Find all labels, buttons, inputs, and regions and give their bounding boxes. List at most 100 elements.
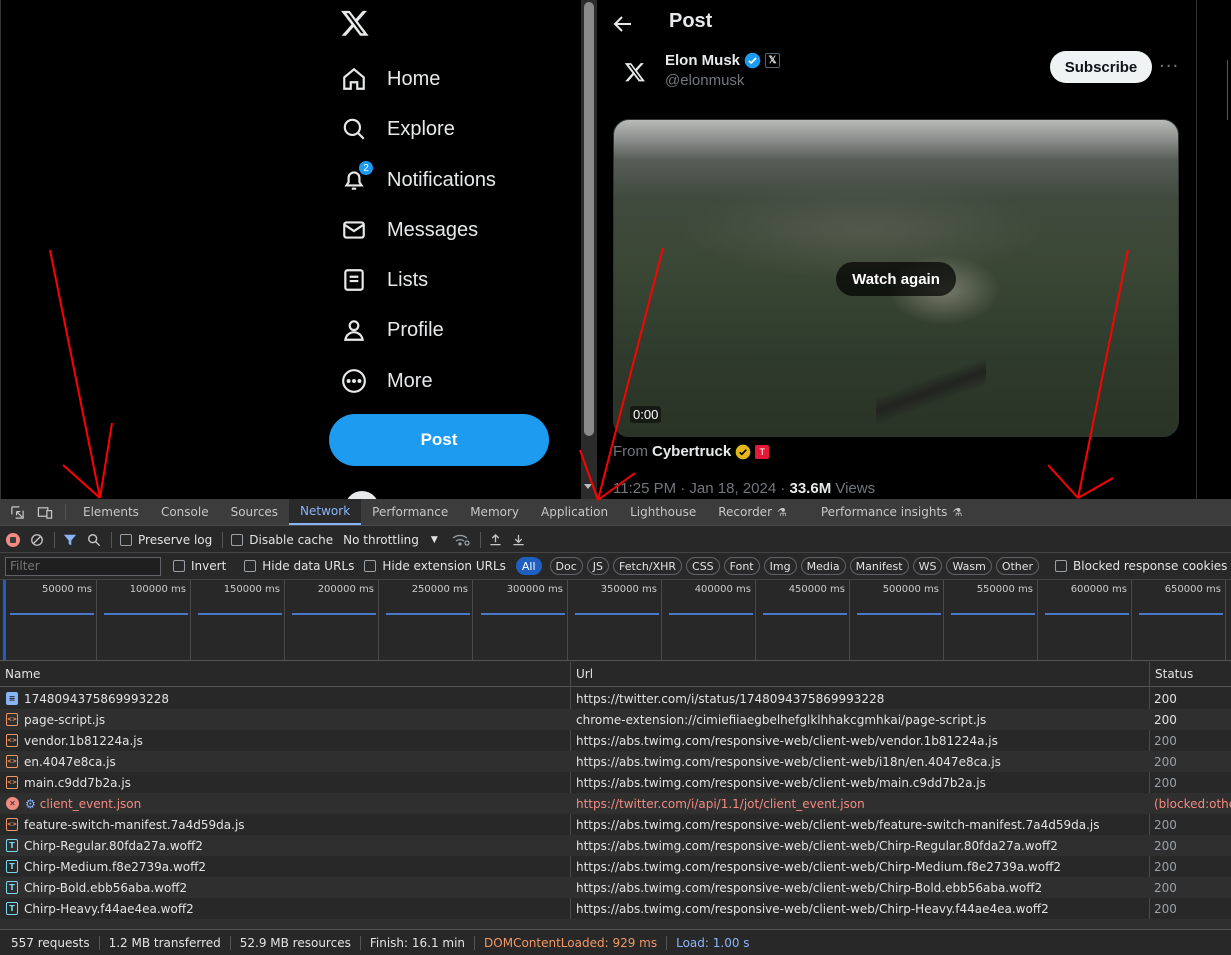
- type-filter-js[interactable]: JS: [586, 557, 610, 575]
- filter-toggle-button[interactable]: [63, 533, 77, 547]
- compose-post-button[interactable]: Post: [329, 414, 549, 466]
- request-url[interactable]: https://abs.twimg.com/responsive-web/cli…: [576, 856, 1146, 877]
- hide-extension-urls-box[interactable]: [364, 560, 377, 572]
- nav-lists[interactable]: Lists: [340, 260, 428, 300]
- throttling-select[interactable]: No throttling ▼: [343, 533, 438, 547]
- request-url[interactable]: https://abs.twimg.com/responsive-web/cli…: [576, 772, 1146, 793]
- tab-performance-insights[interactable]: Performance insights ⚗: [810, 499, 973, 525]
- request-name-cell[interactable]: T Chirp-Medium.f8e2739a.woff2: [6, 856, 566, 877]
- hide-extension-urls-checkbox[interactable]: Hide extension URLs: [364, 559, 506, 573]
- request-name-cell[interactable]: <> en.4047e8ca.js: [6, 751, 566, 772]
- nav-profile[interactable]: Profile: [340, 310, 444, 350]
- tab-network[interactable]: Network: [289, 499, 362, 525]
- nav-explore[interactable]: Explore: [340, 109, 455, 149]
- export-har-button[interactable]: [512, 533, 525, 546]
- table-row[interactable]: <> main.c9dd7b2a.js https://abs.twimg.com/…: [0, 772, 1231, 793]
- author-handle[interactable]: @elonmusk: [665, 72, 744, 89]
- request-url[interactable]: https://abs.twimg.com/responsive-web/cli…: [576, 898, 1146, 919]
- column-header-name[interactable]: Name: [0, 662, 570, 687]
- type-filter-css[interactable]: CSS: [686, 557, 720, 575]
- source-account[interactable]: Cybertruck: [652, 443, 731, 460]
- request-url[interactable]: https://abs.twimg.com/responsive-web/cli…: [576, 877, 1146, 898]
- request-url[interactable]: https://abs.twimg.com/responsive-web/cli…: [576, 751, 1146, 772]
- request-name-cell[interactable]: <> main.c9dd7b2a.js: [6, 772, 566, 793]
- table-row[interactable]: ✕ ⚙ client_event.json https://twitter.com/i…: [0, 793, 1231, 814]
- back-arrow-icon[interactable]: [611, 12, 635, 36]
- tab-elements[interactable]: Elements: [72, 499, 150, 525]
- account-avatar[interactable]: [345, 491, 379, 499]
- type-filter-manifest[interactable]: Manifest: [849, 557, 909, 575]
- nav-messages[interactable]: Messages: [340, 210, 478, 250]
- blocked-response-cookies-box[interactable]: [1055, 560, 1068, 572]
- network-conditions-button[interactable]: [452, 533, 470, 547]
- type-filter-ws[interactable]: WS: [912, 557, 943, 575]
- type-filter-wasm[interactable]: Wasm: [946, 557, 992, 575]
- nav-notifications[interactable]: 2 Notifications: [340, 160, 496, 200]
- record-button[interactable]: [6, 532, 20, 547]
- type-filter-media[interactable]: Media: [800, 557, 846, 575]
- hide-data-urls-box[interactable]: [244, 560, 257, 572]
- column-header-status[interactable]: Status: [1150, 662, 1231, 687]
- request-name-cell[interactable]: T Chirp-Regular.80fda27a.woff2: [6, 835, 566, 856]
- table-row[interactable]: T Chirp-Medium.f8e2739a.woff2 https://abs.…: [0, 856, 1231, 877]
- inspect-element-icon[interactable]: [3, 499, 31, 525]
- request-name-cell[interactable]: ≡ 1748094375869993228: [6, 688, 566, 709]
- disable-cache-box[interactable]: [231, 533, 244, 546]
- preserve-log-checkbox[interactable]: Preserve log: [120, 533, 212, 547]
- request-url[interactable]: https://abs.twimg.com/responsive-web/cli…: [576, 730, 1146, 751]
- blocked-response-cookies-checkbox[interactable]: Blocked response cookies: [1055, 559, 1227, 573]
- request-name-cell[interactable]: ✕ ⚙ client_event.json: [6, 793, 566, 814]
- tab-application[interactable]: Application: [530, 499, 619, 525]
- type-filter-all[interactable]: All: [515, 557, 542, 575]
- more-options-icon[interactable]: ···: [1159, 56, 1179, 77]
- subscribe-button[interactable]: Subscribe: [1050, 51, 1152, 83]
- type-filter-other[interactable]: Other: [995, 557, 1040, 575]
- author-name-row[interactable]: Elon Musk 𝕏: [665, 52, 781, 69]
- invert-box[interactable]: [173, 560, 185, 572]
- preserve-log-box[interactable]: [120, 533, 132, 546]
- post-timestamp[interactable]: 11:25 PM · Jan 18, 2024 ·: [613, 480, 790, 497]
- tab-lighthouse[interactable]: Lighthouse: [619, 499, 707, 525]
- author-avatar[interactable]: [615, 52, 655, 92]
- tab-console[interactable]: Console: [150, 499, 220, 525]
- column-header-url[interactable]: Url: [571, 662, 1149, 687]
- author-name[interactable]: Elon Musk: [665, 52, 740, 69]
- request-name-cell[interactable]: T Chirp-Heavy.f44ae4ea.woff2: [6, 898, 566, 919]
- network-overview-timeline[interactable]: 50000 ms 100000 ms 150000 ms 200000 ms 25000…: [0, 580, 1231, 661]
- request-url[interactable]: https://abs.twimg.com/responsive-web/cli…: [576, 835, 1146, 856]
- x-logo-icon[interactable]: [340, 8, 370, 38]
- search-button[interactable]: [87, 533, 101, 547]
- tab-sources[interactable]: Sources: [220, 499, 289, 525]
- tab-memory[interactable]: Memory: [459, 499, 530, 525]
- table-row[interactable]: T Chirp-Bold.ebb56aba.woff2 https://abs.tw…: [0, 877, 1231, 898]
- type-filter-font[interactable]: Font: [723, 557, 760, 575]
- table-row[interactable]: <> en.4047e8ca.js https://abs.twimg.com/re…: [0, 751, 1231, 772]
- nav-more[interactable]: More: [340, 361, 433, 401]
- invert-checkbox[interactable]: Invert: [173, 559, 226, 573]
- table-row[interactable]: T Chirp-Regular.80fda27a.woff2 https://abs…: [0, 835, 1231, 856]
- type-filter-img[interactable]: Img: [763, 557, 797, 575]
- type-filter-doc[interactable]: Doc: [549, 557, 583, 575]
- hide-data-urls-checkbox[interactable]: Hide data URLs: [244, 559, 354, 573]
- request-name-cell[interactable]: <> feature-switch-manifest.7a4d59da.js: [6, 814, 566, 835]
- tab-performance[interactable]: Performance: [361, 499, 459, 525]
- request-name-cell[interactable]: T Chirp-Bold.ebb56aba.woff2: [6, 877, 566, 898]
- scroll-down-arrow-icon[interactable]: [584, 484, 592, 489]
- tab-recorder[interactable]: Recorder ⚗: [707, 499, 798, 525]
- type-filter-fetch-xhr[interactable]: Fetch/XHR: [613, 557, 683, 575]
- request-url[interactable]: https://twitter.com/i/api/1.1/jot/client…: [576, 793, 1146, 814]
- clear-button[interactable]: [30, 533, 44, 547]
- table-row-partial[interactable]: [0, 919, 1231, 929]
- scrollbar-thumb[interactable]: [584, 2, 594, 436]
- import-har-button[interactable]: [489, 533, 502, 546]
- request-url[interactable]: chrome-extension://cimiefiiaegbelhefglkl…: [576, 709, 1146, 730]
- table-row[interactable]: T Chirp-Heavy.f44ae4ea.woff2 https://abs.t…: [0, 898, 1231, 919]
- watch-again-button[interactable]: Watch again: [836, 262, 956, 296]
- disable-cache-checkbox[interactable]: Disable cache: [231, 533, 333, 547]
- table-row[interactable]: ≡ 1748094375869993228 https://twitter.com/…: [0, 688, 1231, 709]
- filter-input[interactable]: [5, 556, 161, 576]
- device-toolbar-icon[interactable]: [31, 499, 59, 525]
- request-name-cell[interactable]: <> page-script.js: [6, 709, 566, 730]
- table-row[interactable]: <> vendor.1b81224a.js https://abs.twimg.co…: [0, 730, 1231, 751]
- page-scrollbar[interactable]: [581, 0, 597, 499]
